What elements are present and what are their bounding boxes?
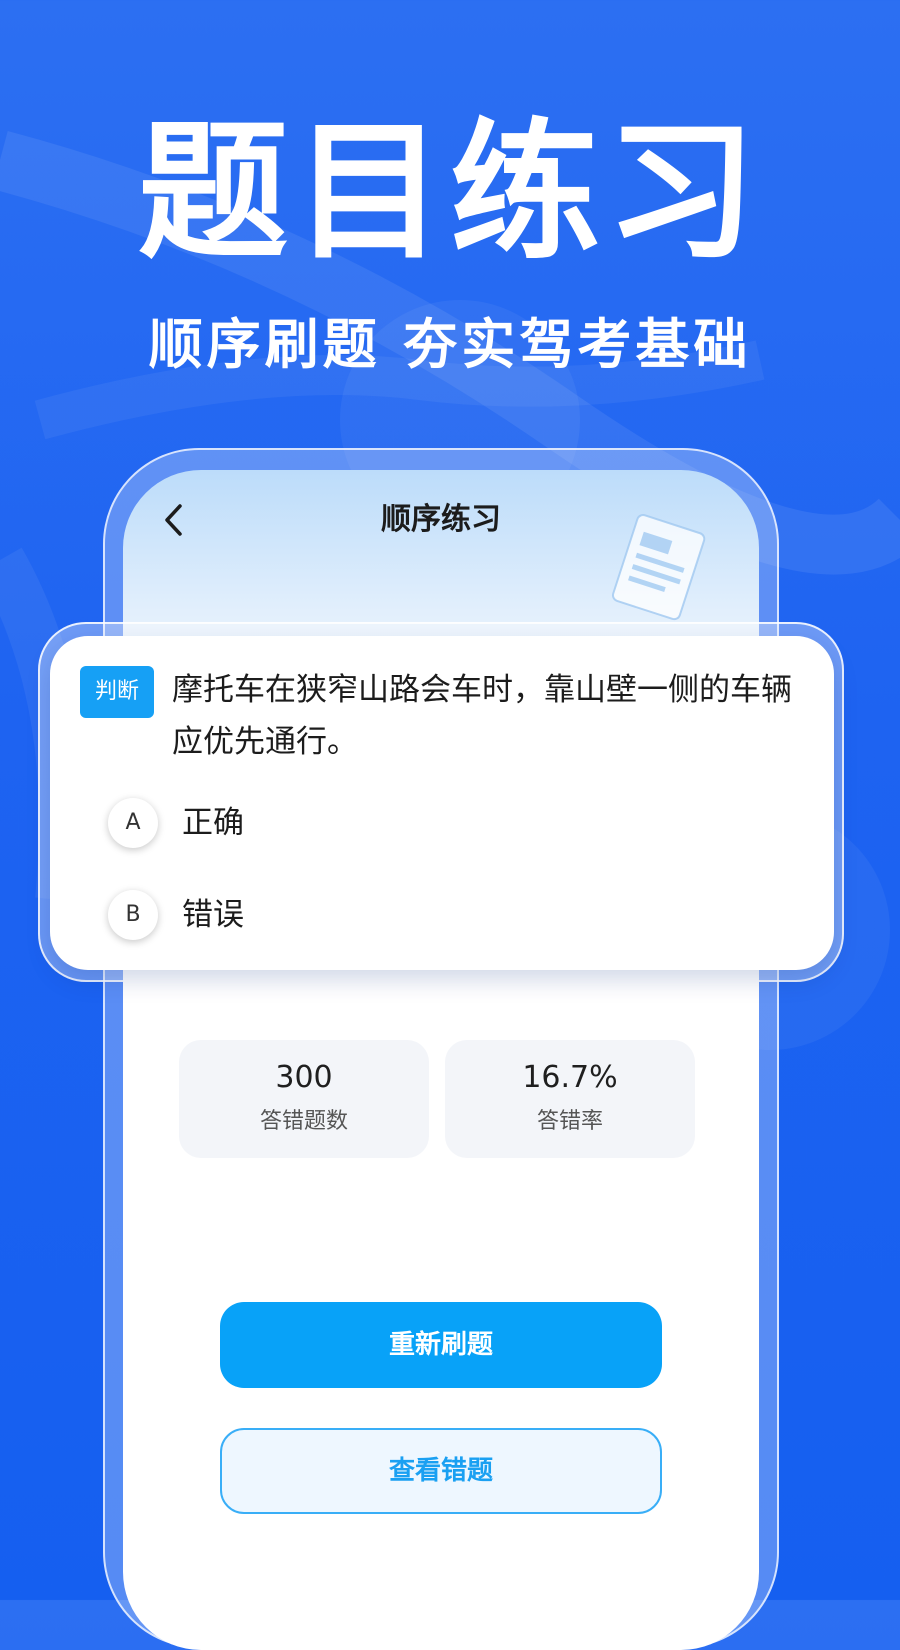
wrong-count-label: 答错题数 xyxy=(259,1109,348,1134)
option-a[interactable]: A 正确 xyxy=(108,798,708,852)
option-letter: A xyxy=(108,798,158,848)
wrong-rate-label: 答错率 xyxy=(536,1109,603,1134)
option-b[interactable]: B 错误 xyxy=(108,890,708,944)
question-type-badge: 判断 xyxy=(80,666,154,718)
option-text: 正确 xyxy=(182,805,244,841)
review-wrong-button[interactable]: 查看错题 xyxy=(220,1428,662,1514)
question-card: 判断 摩托车在狭窄山路会车时，靠山壁一侧的车辆应优先通行。 A 正确 B 错误 xyxy=(50,636,834,970)
wrong-rate-value: 16.7% xyxy=(522,1060,618,1095)
option-text: 错误 xyxy=(182,897,244,933)
document-illustration-icon xyxy=(611,514,706,621)
question-text: 摩托车在狭窄山路会车时，靠山壁一侧的车辆应优先通行。 xyxy=(172,672,792,760)
wrong-count-card: 300 答错题数 xyxy=(179,1040,429,1158)
wrong-count-value: 300 xyxy=(275,1060,333,1095)
redo-button[interactable]: 重新刷题 xyxy=(220,1302,662,1388)
option-letter: B xyxy=(108,890,158,940)
hero-title: 题目练习 xyxy=(137,106,762,280)
wrong-rate-card: 16.7% 答错率 xyxy=(445,1040,695,1158)
hero-subtitle: 顺序刷题 夯实驾考基础 xyxy=(148,313,752,376)
